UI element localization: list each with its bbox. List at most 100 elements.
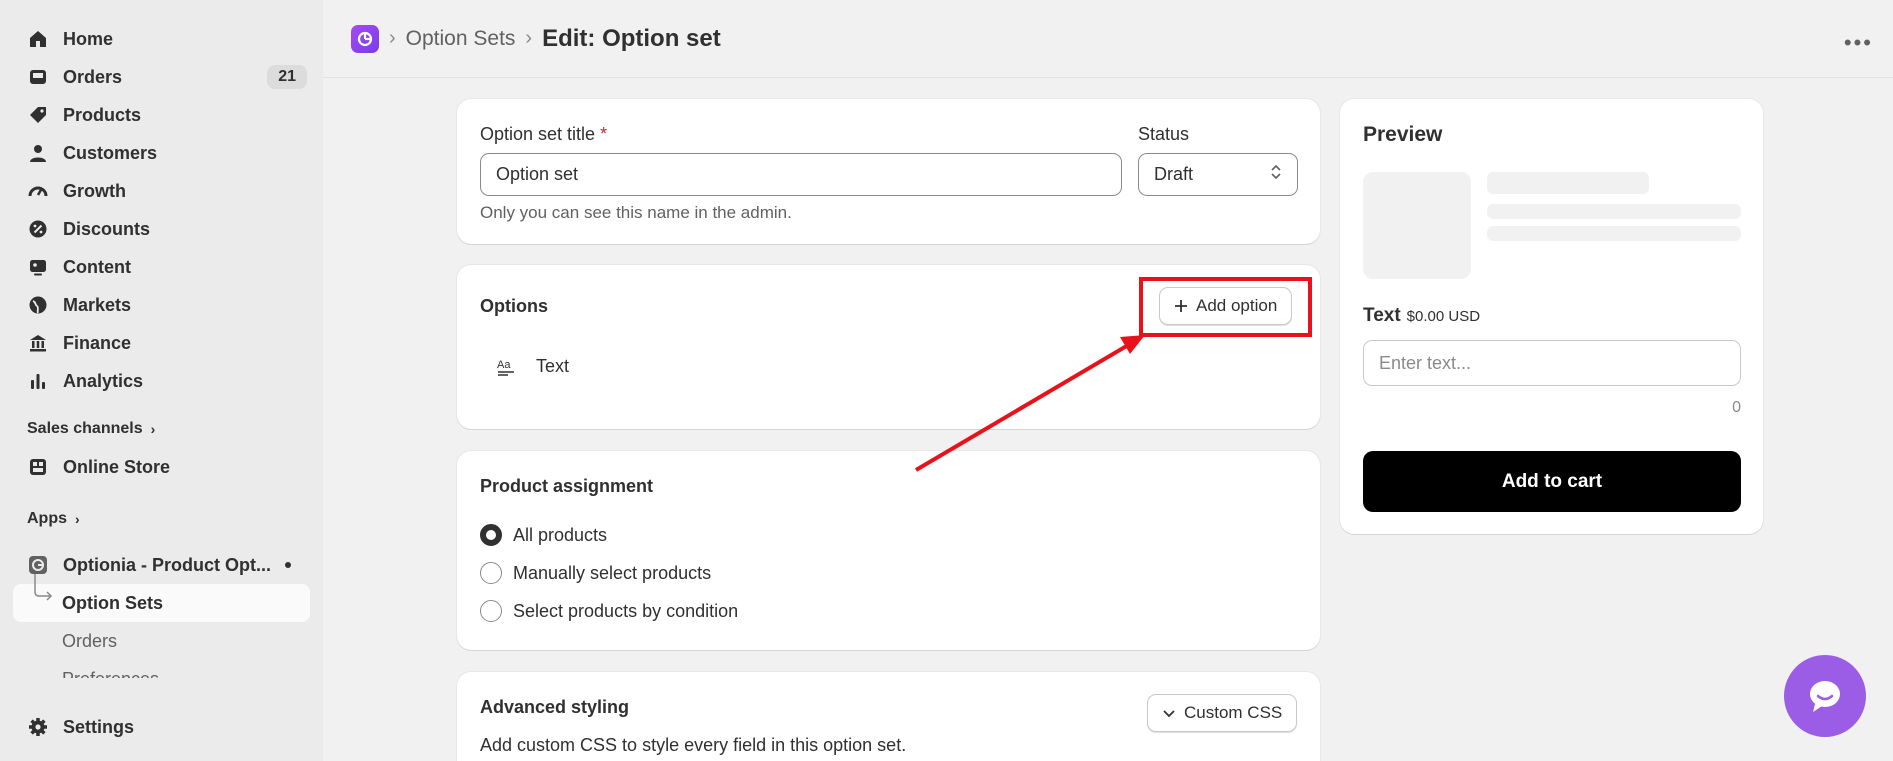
preview-skeleton-line xyxy=(1487,172,1649,194)
chevron-right-icon: › xyxy=(75,511,80,527)
app-logo-icon[interactable] xyxy=(351,24,379,53)
sidebar-item-label: Products xyxy=(63,104,142,125)
sidebar-item-online-store[interactable]: Online Store xyxy=(0,448,323,486)
chevron-down-icon xyxy=(1162,706,1176,720)
sidebar-item-markets[interactable]: Markets xyxy=(0,286,323,324)
sidebar-item-content[interactable]: Content xyxy=(0,248,323,286)
radio-button[interactable] xyxy=(480,562,502,584)
preview-skeleton-line xyxy=(1487,204,1741,219)
page-title: Edit: Option set xyxy=(542,24,721,52)
top-bar: › Option Sets › Edit: Option set ••• xyxy=(323,0,1893,78)
status-select[interactable]: Draft xyxy=(1138,153,1298,196)
discount-icon xyxy=(27,218,49,240)
preview-skeleton-line xyxy=(1487,226,1741,241)
sidebar-item-label: Content xyxy=(63,256,131,277)
tag-icon xyxy=(27,104,49,126)
globe-icon xyxy=(27,294,49,316)
sidebar-item-label: Home xyxy=(63,28,114,49)
sidebar-item-label: Analytics xyxy=(63,370,144,391)
text-type-icon: Aa xyxy=(496,356,520,376)
radio-button-selected[interactable] xyxy=(480,524,502,546)
sidebar-item-orders[interactable]: Orders 21 xyxy=(0,58,323,96)
breadcrumb-separator-icon: › xyxy=(389,27,396,49)
sidebar-item-products[interactable]: Products xyxy=(0,96,323,134)
more-actions-icon[interactable]: ••• xyxy=(1844,30,1873,56)
radio-label: All products xyxy=(513,524,608,545)
store-icon xyxy=(27,456,49,478)
apps-heading[interactable]: Apps › xyxy=(0,504,323,534)
radio-label: Manually select products xyxy=(513,562,712,583)
sidebar-item-settings[interactable]: Settings xyxy=(0,708,323,746)
custom-css-label: Custom CSS xyxy=(1184,703,1283,722)
options-heading: Options xyxy=(480,296,548,316)
sidebar-item-label: Customers xyxy=(63,142,158,163)
sidebar-item-customers[interactable]: Customers xyxy=(0,134,323,172)
breadcrumb-option-sets[interactable]: Option Sets xyxy=(406,27,516,51)
radio-all-products[interactable]: All products xyxy=(480,516,738,554)
chat-button[interactable] xyxy=(1784,655,1866,737)
custom-css-button[interactable]: Custom CSS xyxy=(1147,694,1298,732)
sidebar-item-growth[interactable]: Growth xyxy=(0,172,323,210)
apps-label: Apps xyxy=(27,510,67,527)
radio-button[interactable] xyxy=(480,600,502,622)
radio-manually-select[interactable]: Manually select products xyxy=(480,554,738,592)
option-set-title-label: Option set title * xyxy=(480,124,607,145)
home-icon xyxy=(27,28,49,50)
add-to-cart-button[interactable]: Add to cart xyxy=(1363,451,1741,512)
gauge-icon xyxy=(27,180,49,202)
preview-heading: Preview xyxy=(1363,123,1443,146)
sidebar-subitem-orders[interactable]: Orders xyxy=(0,622,323,660)
select-arrows-icon xyxy=(1270,163,1282,186)
preview-image-placeholder xyxy=(1363,172,1471,279)
advanced-styling-description: Add custom CSS to style every field in t… xyxy=(480,735,907,755)
annotation-highlight-box xyxy=(1139,277,1312,337)
bank-icon xyxy=(27,332,49,354)
inbox-icon xyxy=(27,66,49,88)
preview-field-price: $0.00 USD xyxy=(1406,308,1481,325)
radio-select-by-condition[interactable]: Select products by condition xyxy=(480,592,738,630)
product-assignment-heading: Product assignment xyxy=(480,476,654,496)
option-set-title-label-text: Option set title xyxy=(480,124,596,144)
sidebar-item-label: Discounts xyxy=(63,218,151,239)
bar-chart-icon xyxy=(27,370,49,392)
preview-field-label: Text $0.00 USD xyxy=(1363,305,1480,327)
sidebar: Home Orders 21 Products Customers Growth… xyxy=(0,0,323,761)
sidebar-item-label: Online Store xyxy=(63,456,171,477)
svg-text:Aa: Aa xyxy=(497,359,511,371)
preview-card: Preview Text $0.00 USD Enter text... 0 A… xyxy=(1340,99,1763,534)
preview-text-input[interactable]: Enter text... xyxy=(1363,340,1741,386)
title-help-text: Only you can see this name in the admin. xyxy=(480,203,792,222)
sidebar-item-label: Settings xyxy=(63,716,135,737)
orders-count-badge: 21 xyxy=(267,65,307,89)
sidebar-item-discounts[interactable]: Discounts xyxy=(0,210,323,248)
sidebar-item-label: Markets xyxy=(63,294,132,315)
sidebar-subitem-option-sets[interactable]: Option Sets xyxy=(13,584,310,622)
product-assignment-card: Product assignment All products Manually… xyxy=(457,451,1320,650)
chat-bubble-icon xyxy=(1805,676,1845,716)
app-icon xyxy=(27,554,49,576)
required-mark: * xyxy=(600,124,608,144)
radio-label: Select products by condition xyxy=(513,600,739,621)
sales-channels-label: Sales channels xyxy=(27,420,143,437)
sidebar-item-analytics[interactable]: Analytics xyxy=(0,362,323,400)
status-label: Status xyxy=(1138,124,1190,144)
sidebar-item-home[interactable]: Home xyxy=(0,20,323,58)
chevron-right-icon: › xyxy=(150,421,156,437)
app-name: Optionia - Product Opt... xyxy=(63,554,271,575)
sidebar-item-label: Growth xyxy=(63,180,126,201)
advanced-styling-card: Advanced styling Custom CSS Add custom C… xyxy=(457,672,1320,761)
sidebar-item-finance[interactable]: Finance xyxy=(0,324,323,362)
option-set-title-input[interactable]: Option set xyxy=(480,153,1122,196)
sales-channels-heading[interactable]: Sales channels › xyxy=(0,414,323,444)
person-icon xyxy=(27,142,49,164)
status-select-value: Draft xyxy=(1154,164,1194,184)
option-item[interactable]: Aa Text xyxy=(480,351,569,381)
image-icon xyxy=(27,256,49,278)
preview-field-name: Text xyxy=(1363,305,1401,326)
sidebar-item-label: Orders xyxy=(63,66,123,87)
tree-connector-icon xyxy=(34,574,53,601)
sidebar-subitem-preferences[interactable]: Preferences xyxy=(0,660,323,679)
advanced-styling-heading: Advanced styling xyxy=(480,697,630,717)
title-card: Option set title * Option set Only you c… xyxy=(457,99,1320,244)
option-item-label: Text xyxy=(536,355,570,376)
